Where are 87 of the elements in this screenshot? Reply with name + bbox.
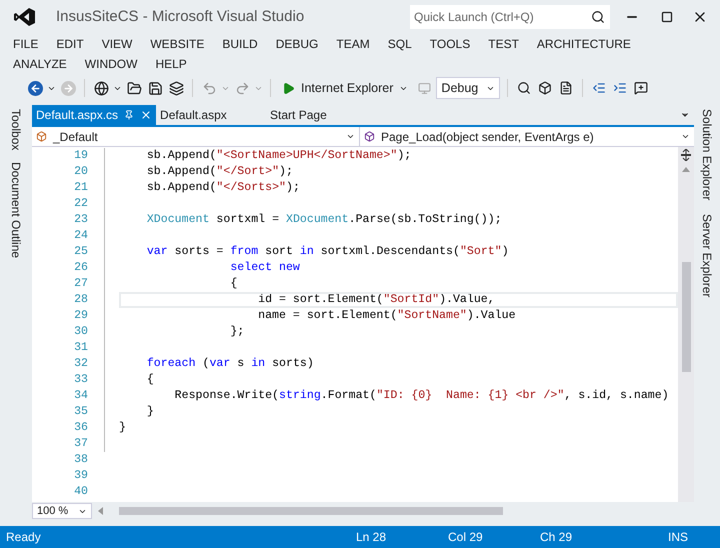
line-number: 29 — [73, 308, 88, 324]
code-line: var sorts = from sort in sortxml.Descendants("Sort") — [146, 244, 510, 260]
status-line: Ln 28 — [356, 529, 388, 546]
menu-item[interactable]: EDIT — [56, 34, 84, 54]
line-number: 37 — [73, 436, 88, 452]
side-panel-tab[interactable]: Solution Explorer — [698, 109, 716, 200]
line-number: 19 — [73, 148, 88, 164]
maximize-icon[interactable] — [661, 11, 673, 23]
menu-item[interactable]: HELP — [155, 54, 187, 74]
status-message: Ready — [6, 529, 41, 546]
line-number: 40 — [73, 484, 88, 500]
method-icon — [364, 131, 375, 142]
code-line: } — [119, 420, 127, 436]
pin-icon — [124, 110, 134, 120]
menu-item[interactable]: ARCHITECTURE — [536, 34, 631, 54]
line-number: 32 — [73, 356, 88, 372]
menu-item[interactable]: TOOLS — [430, 34, 470, 54]
close-icon — [140, 109, 152, 121]
document-tab[interactable]: Start Page — [266, 105, 331, 125]
code-line: id = sort.Element("SortId").Value, — [119, 292, 678, 308]
line-number: 28 — [73, 292, 88, 308]
menu-item[interactable]: FILE — [13, 34, 38, 54]
vertical-scrollbar[interactable] — [678, 147, 694, 502]
run-button[interactable]: Internet Explorer — [278, 78, 412, 98]
code-line: sb.Append("</Sorts>"); — [146, 180, 301, 196]
app-logo-icon — [14, 7, 36, 27]
line-number: 24 — [73, 228, 88, 244]
class-dropdown[interactable]: _Default — [32, 127, 360, 146]
line-number: 30 — [73, 324, 88, 340]
line-number: 35 — [73, 404, 88, 420]
code-line: Response.Write(string.Format("ID: {0} Name: {1} <br />", s.id, s.name) — [174, 388, 670, 404]
split-icon[interactable] — [681, 149, 691, 161]
zoom-dropdown[interactable]: 100 % — [32, 503, 92, 519]
code-line: { — [229, 276, 238, 292]
caret-icon — [346, 132, 355, 141]
line-number: 25 — [73, 244, 88, 260]
code-line: }; — [229, 324, 246, 340]
code-line: } — [146, 404, 155, 420]
line-number: 33 — [73, 372, 88, 388]
back-icon[interactable] — [26, 79, 44, 97]
line-number: 22 — [73, 196, 88, 212]
scroll-thumb[interactable] — [682, 262, 690, 372]
menu-item[interactable]: ANALYZE — [13, 54, 67, 74]
menu-item[interactable]: VIEW — [102, 34, 132, 54]
status-column: Col 29 — [448, 528, 540, 546]
caret-icon — [681, 132, 690, 141]
class-icon — [36, 131, 47, 142]
menu-item[interactable]: TEAM — [336, 34, 370, 54]
line-number: 26 — [73, 260, 88, 276]
document-tab[interactable]: Default.aspx.cs — [32, 105, 156, 125]
code-line: sb.Append("</Sort>"); — [146, 164, 294, 180]
code-line: XDocument sortxml = XDocument.Parse(sb.ToString()); — [146, 212, 503, 228]
comment-icon[interactable] — [632, 79, 650, 97]
line-number: 38 — [73, 452, 88, 468]
menu-item[interactable]: WINDOW — [84, 54, 138, 74]
side-panel-tab[interactable]: Document Outline — [7, 162, 25, 258]
horizontal-scrollbar[interactable] — [119, 507, 503, 515]
menu-item[interactable]: TEST — [488, 34, 519, 54]
search-icon[interactable] — [591, 10, 605, 24]
configuration-dropdown[interactable]: Debug — [436, 77, 500, 99]
globe-icon[interactable] — [92, 79, 110, 97]
line-number: 23 — [73, 212, 88, 228]
status-mode: INS — [668, 529, 690, 546]
side-panel-tab[interactable]: Toolbox — [7, 109, 25, 150]
status-char: Ch 29 — [540, 529, 574, 546]
code-line: name = sort.Element("SortName").Value — [257, 308, 517, 324]
window-title: InsusSiteCS - Microsoft Visual Studio — [56, 6, 304, 27]
line-number: 34 — [73, 388, 88, 404]
menu-item[interactable]: BUILD — [222, 34, 258, 54]
menu-item[interactable]: DEBUG — [276, 34, 318, 54]
side-panel-tab[interactable]: Server Explorer — [698, 214, 716, 298]
play-icon — [282, 82, 295, 94]
quick-launch-field[interactable]: Quick Launch (Ctrl+Q) — [410, 5, 610, 29]
line-number: 31 — [73, 340, 88, 356]
code-line: foreach (var s in sorts) — [146, 356, 315, 372]
line-number: 36 — [73, 420, 88, 436]
menu-item[interactable]: WEBSITE — [150, 34, 204, 54]
code-line: sb.Append("<SortName>UPH</SortName>"); — [146, 148, 412, 164]
line-number: 27 — [73, 276, 88, 292]
line-number: 39 — [73, 468, 88, 484]
document-tab[interactable]: Default.aspx — [156, 105, 266, 125]
code-line: select new — [229, 260, 301, 276]
member-dropdown[interactable]: Page_Load(object sender, EventArgs e) — [360, 127, 694, 146]
line-number: 20 — [73, 164, 88, 180]
code-line: { — [146, 372, 155, 388]
menu-item[interactable]: SQL — [388, 34, 412, 54]
line-number: 21 — [73, 180, 88, 196]
